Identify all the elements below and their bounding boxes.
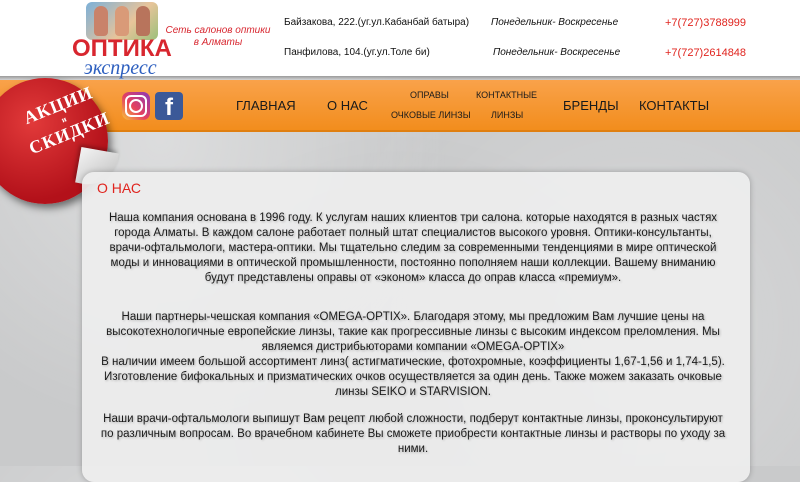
nav-contacts[interactable]: КОНТАКТЫ: [639, 98, 709, 113]
page-title: О НАС: [97, 180, 142, 196]
nav-sunglasses[interactable]: ОЧКОВЫЕ ЛИНЗЫ: [391, 110, 471, 120]
facebook-icon[interactable]: f: [155, 92, 183, 121]
address-1: Байзакова, 222.(уг.ул.Кабанбай батыра): [284, 17, 470, 28]
phone-1[interactable]: +7(727)3788999: [665, 17, 746, 29]
nav-contact-lenses-line2[interactable]: ЛИНЗЫ: [491, 110, 523, 120]
address-2: Панфилова, 104.(уг.ул.Толе би): [284, 47, 430, 58]
about-paragraph-2b: В наличии имеем большой ассортимент линз…: [101, 356, 725, 398]
about-paragraph-2a: Наши партнеры-чешская компания «OMEGA-OP…: [106, 311, 720, 353]
logo-tagline: Сеть салонов оптики в Алматы: [165, 25, 271, 48]
phone-2[interactable]: +7(727)2614848: [665, 47, 746, 59]
hours-2: Понедельник- Воскресенье: [493, 47, 621, 58]
about-paragraph-1: Наша компания основана в 1996 году. К ус…: [108, 212, 718, 284]
nav-frames[interactable]: ОПРАВЫ: [410, 90, 449, 100]
hours-1: Понедельник- Воскресенье: [491, 17, 619, 28]
instagram-icon[interactable]: [122, 92, 150, 120]
nav-contact-lenses-line1[interactable]: КОНТАКТНЫЕ: [476, 90, 537, 100]
nav-brands[interactable]: БРЕНДЫ: [563, 98, 619, 113]
about-paragraph-3: Наши врачи-офтальмологи выпишут Вам реце…: [100, 413, 726, 455]
nav-about[interactable]: О НАС: [327, 98, 368, 113]
logo-subtitle[interactable]: экспресс: [84, 57, 157, 80]
nav-home[interactable]: ГЛАВНАЯ: [236, 98, 296, 113]
